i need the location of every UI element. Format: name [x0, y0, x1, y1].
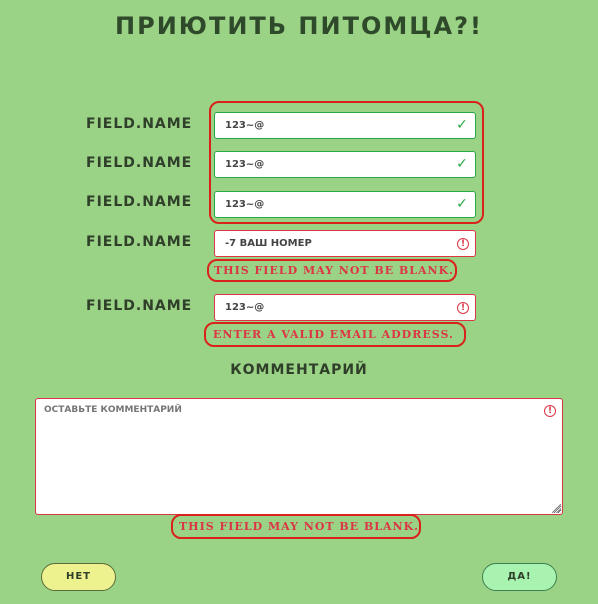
checkmark-icon: ✓ — [456, 156, 468, 172]
error-icon: ! — [457, 302, 469, 314]
error-message: THIS FIELD MAY NOT BE BLANK. — [179, 520, 419, 533]
field-label: FIELD.NAME — [86, 234, 193, 250]
checkmark-icon: ✓ — [456, 196, 468, 212]
text-field[interactable] — [214, 112, 476, 139]
field-label: FIELD.NAME — [86, 298, 193, 314]
email-field[interactable] — [214, 294, 476, 321]
phone-field[interactable] — [214, 230, 476, 257]
error-icon: ! — [544, 405, 556, 417]
text-field[interactable] — [214, 191, 476, 218]
checkmark-icon: ✓ — [456, 117, 468, 133]
submit-button[interactable]: ДА! — [482, 563, 557, 591]
comment-textarea[interactable] — [35, 398, 563, 515]
comment-label: КОММЕНТАРИЙ — [230, 362, 368, 378]
text-field[interactable] — [214, 151, 476, 178]
page-title: ПРИЮТИТЬ ПИТОМЦА?! — [115, 12, 483, 40]
resize-handle[interactable] — [552, 504, 561, 513]
error-message: THIS FIELD MAY NOT BE BLANK. — [214, 264, 454, 277]
cancel-button[interactable]: НЕТ — [41, 563, 116, 591]
field-label: FIELD.NAME — [86, 155, 193, 171]
error-icon: ! — [457, 238, 469, 250]
error-message: ENTER A VALID EMAIL ADDRESS. — [213, 328, 454, 341]
field-label: FIELD.NAME — [86, 116, 193, 132]
field-label: FIELD.NAME — [86, 194, 193, 210]
